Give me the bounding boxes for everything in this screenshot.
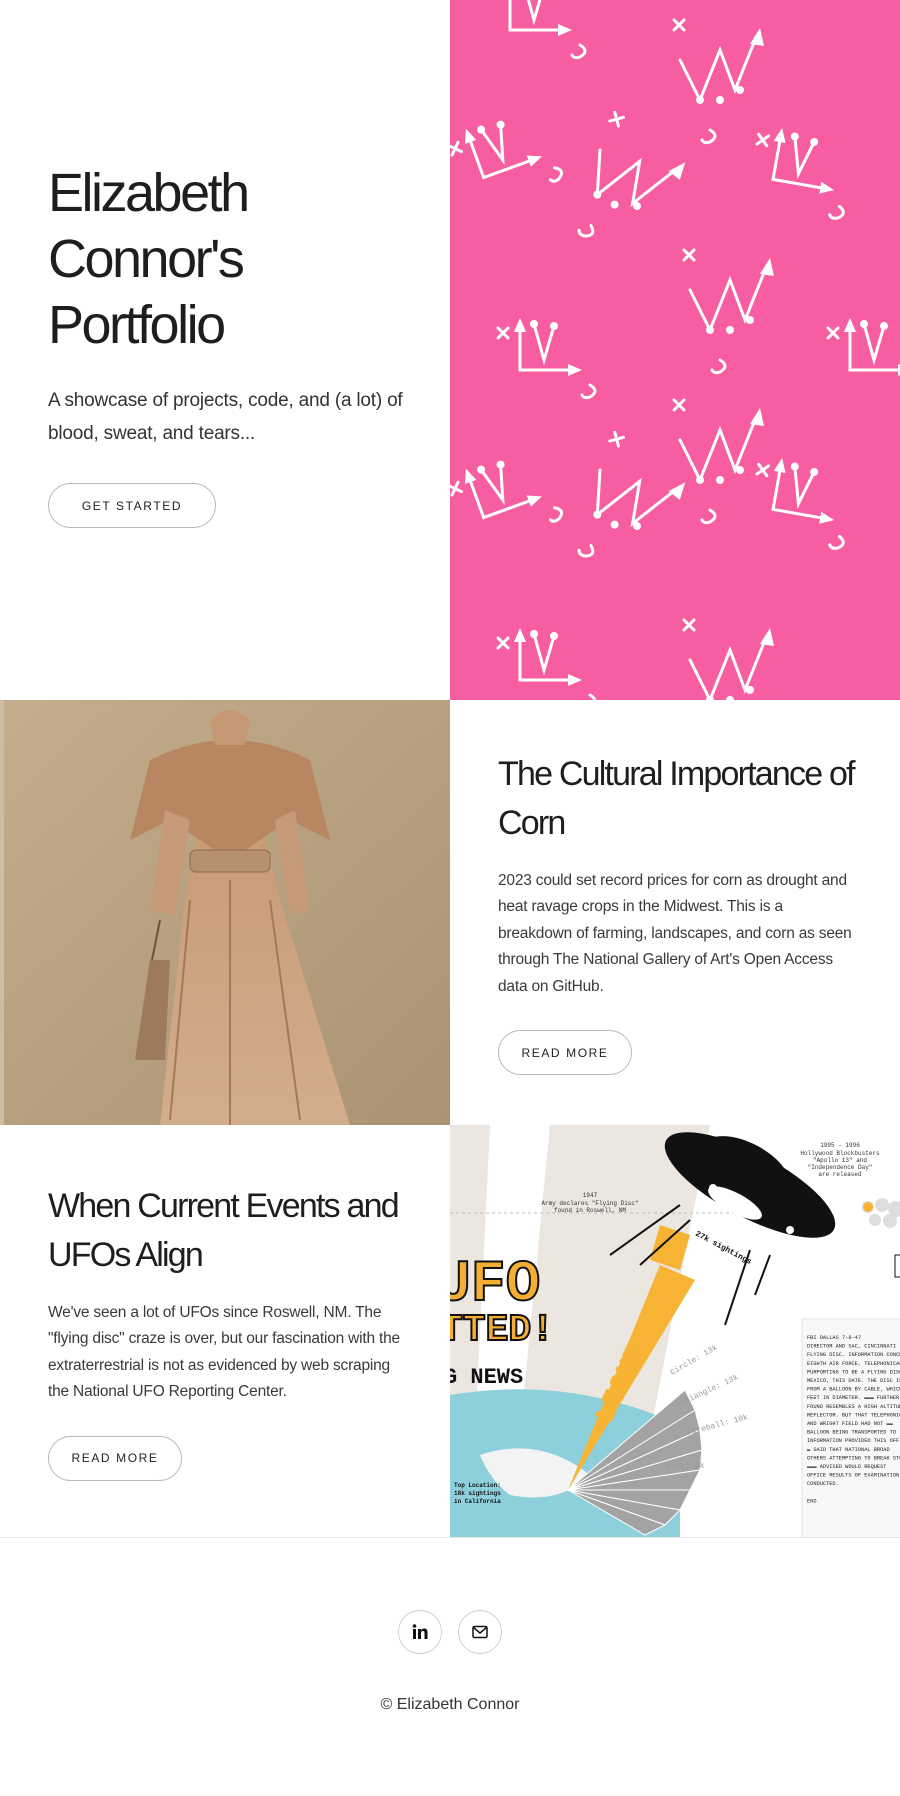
- note-1947b: found in Roswell, NM: [554, 1207, 626, 1214]
- ufo-read-more-button[interactable]: READ MORE: [48, 1435, 182, 1481]
- hero-pattern-image: [450, 0, 900, 700]
- memo-line: PURPORTING TO BE A FLYING DISC: [807, 1369, 900, 1375]
- project-ufo: When Current Events and UFOs Align We've…: [0, 1125, 900, 1537]
- project-corn: The Cultural Importance of Corn 2023 cou…: [0, 700, 900, 1125]
- memo-line: EIGHTH AIR FORCE, TELEPHONICALLY: [807, 1361, 900, 1367]
- memo-line: END: [807, 1498, 817, 1504]
- hero-section: Elizabeth Connor's Portfolio A showcase …: [0, 0, 900, 700]
- memo-line: ▬▬▬ ADVISED WOULD REQUEST: [807, 1464, 886, 1470]
- linkedin-link[interactable]: [398, 1610, 442, 1654]
- corn-text: The Cultural Importance of Corn 2023 cou…: [450, 700, 900, 1125]
- top-location-2: 18k sightings: [454, 1490, 501, 1497]
- note-95-96a: Hollywood Blockbusters: [800, 1150, 880, 1157]
- email-link[interactable]: [458, 1610, 502, 1654]
- ufo-infographic: 1947 Army declares "Flying Disc" found i…: [450, 1125, 900, 1537]
- play-diagram-pattern: [450, 0, 900, 700]
- ufo-description: We've seen a lot of UFOs since Roswell, …: [48, 1303, 400, 1401]
- ufo-title: When Current Events and UFOs Align: [48, 1186, 400, 1274]
- painting-image: [0, 700, 450, 1125]
- top-location-3: in California: [454, 1498, 501, 1505]
- note-95-96c: "Independence Day": [808, 1164, 873, 1171]
- memo-line: OFFICE RESULTS OF EXAMINATION.: [807, 1473, 900, 1479]
- memo-line: FLYING DISC. INFORMATION CONCERNING: [807, 1352, 900, 1358]
- ufo-headline-2: TTED!: [450, 1309, 554, 1352]
- memo-line: REFLECTOR. BUT THAT TELEPHONIC: [807, 1412, 900, 1418]
- get-started-button[interactable]: GET STARTED: [48, 483, 216, 528]
- ufo-headline-3: G NEWS: [450, 1365, 523, 1390]
- envelope-icon: [472, 1625, 488, 1639]
- copyright: © Elizabeth Connor: [380, 1696, 520, 1713]
- disk-label: Disk: 6k: [666, 1462, 705, 1471]
- memo-line: AND WRIGHT FIELD HAD NOT ▬▬: [807, 1421, 894, 1427]
- corn-read-more-button[interactable]: READ MORE: [498, 1030, 632, 1076]
- memo-line: MEXICO, THIS DATE. THE DISC IS: [807, 1378, 900, 1384]
- memo-line: ▬ SAID THAT NATIONAL BROAD: [807, 1447, 890, 1453]
- ufo-infographic-image: 1947 Army declares "Flying Disc" found i…: [450, 1125, 900, 1537]
- page-title: Elizabeth Connor's Portfolio: [48, 163, 250, 355]
- memo-line: FROM A BALLOON BY CABLE, WHICH: [807, 1387, 900, 1393]
- memo-line: FEET IN DIAMETER. ▬▬▬ FURTHER: [807, 1395, 900, 1401]
- social-links: [0, 1610, 900, 1654]
- woman-in-dress-painting: [0, 700, 450, 1125]
- corn-description: 2023 could set record prices for corn as…: [498, 871, 852, 995]
- triangle-label: Triangle: 13k: [679, 1373, 740, 1408]
- memo-line: FOUND RESEMBLES A HIGH ALTITUDE: [807, 1404, 900, 1410]
- corn-title: The Cultural Importance of Corn: [498, 754, 856, 842]
- memo-line: CONDUCTED.: [807, 1481, 839, 1487]
- ufo-text: When Current Events and UFOs Align We've…: [0, 1125, 450, 1537]
- years-95-96: 1995 - 1996: [820, 1142, 860, 1149]
- memo-line: DIRECTOR AND SAC, CINCINNATI: [807, 1344, 896, 1350]
- hero-text: Elizabeth Connor's Portfolio A showcase …: [0, 0, 450, 700]
- memo-line: BALLOON BEING TRANSPORTED TO: [807, 1430, 896, 1436]
- circle-label: Circle: 13k: [669, 1343, 719, 1377]
- note-95-96d: are released: [818, 1171, 862, 1178]
- memo-line: FBI DALLAS 7-8-47: [807, 1335, 861, 1341]
- year-1947: 1947: [583, 1192, 598, 1199]
- note-95-96b: "Apollo 13" and: [813, 1157, 867, 1164]
- linkedin-icon: [412, 1624, 428, 1639]
- memo-line: INFORMATION PROVIDED THIS OFFICE: [807, 1438, 900, 1444]
- hero-subtitle: A showcase of projects, code, and (a lot…: [48, 390, 403, 444]
- note-1947a: Army declares "Flying Disc": [541, 1200, 638, 1207]
- top-location-1: Top Location:: [454, 1482, 501, 1489]
- footer: © Elizabeth Connor: [0, 1537, 900, 1783]
- memo-line: OTHERS ATTEMPTING TO BREAK STORY: [807, 1455, 900, 1461]
- sightings-27k: 27k sightings: [694, 1230, 754, 1267]
